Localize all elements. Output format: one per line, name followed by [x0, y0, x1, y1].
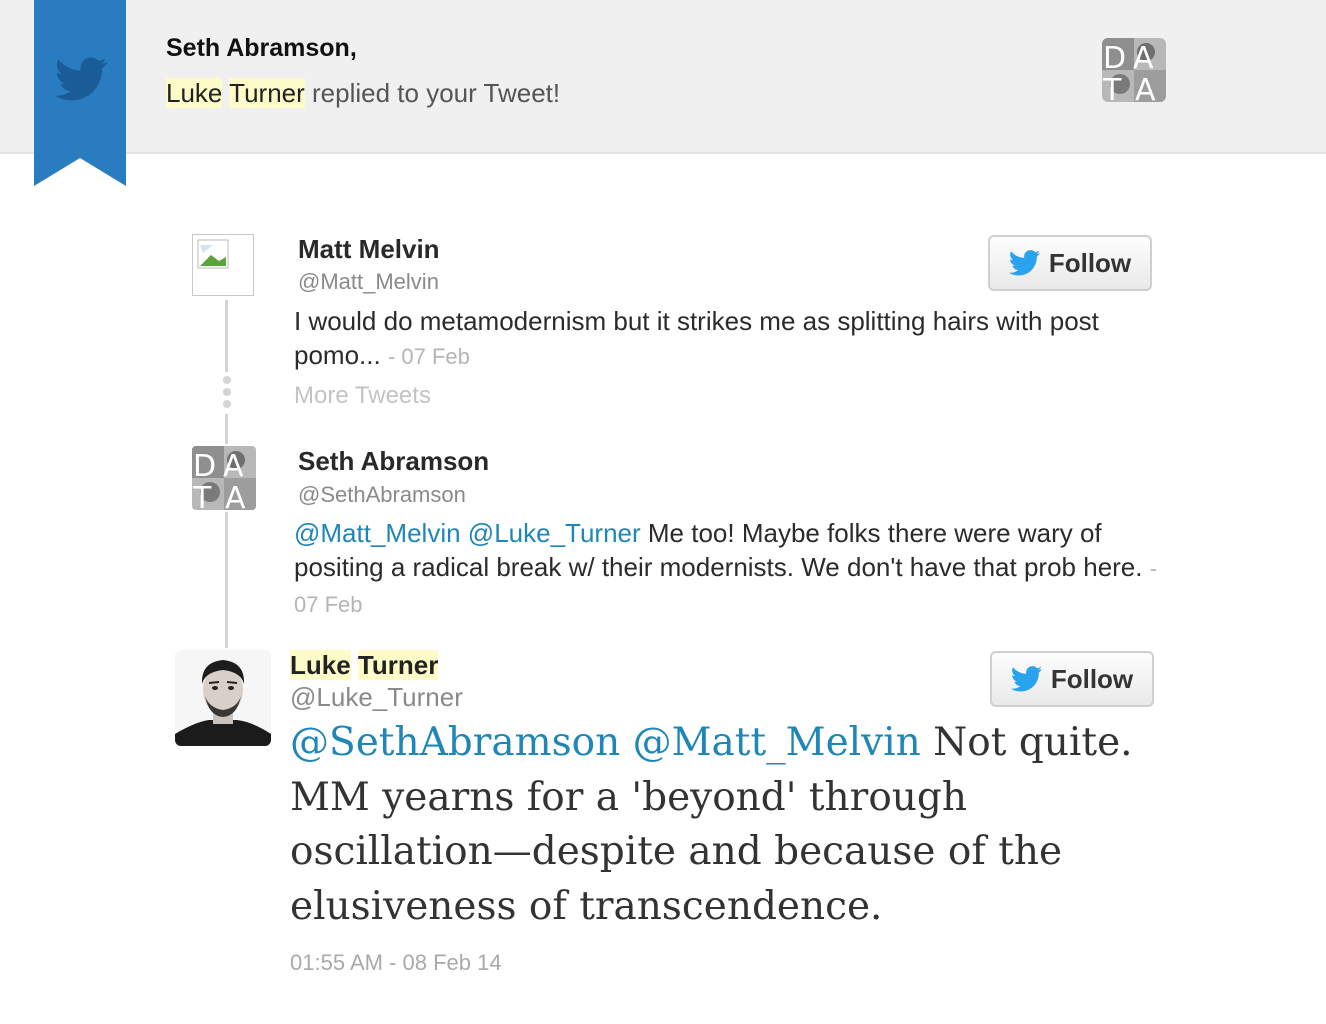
tweet-author-handle[interactable]: @Matt_Melvin — [298, 269, 439, 295]
follow-label: Follow — [1048, 247, 1132, 278]
follow-label: Follow — [1050, 663, 1134, 694]
header-avatar[interactable]: D A T A — [1102, 38, 1166, 102]
svg-text:A: A — [225, 481, 246, 510]
mention-link[interactable]: @Matt_Melvin — [633, 720, 921, 765]
greeting-name: Seth Abramson, — [166, 34, 357, 62]
tweet-date[interactable]: - 07 Feb — [388, 344, 470, 369]
thread-line-bottom — [225, 512, 228, 648]
luke-turner-avatar[interactable] — [175, 650, 271, 746]
person-photo-icon — [175, 650, 271, 746]
reply-author-name[interactable]: Luke Turner — [290, 650, 439, 681]
replier-first-name: Luke — [166, 78, 223, 108]
follow-matt-button[interactable]: Follow — [988, 235, 1152, 291]
tweet-author-handle[interactable]: @SethAbramson — [298, 482, 466, 508]
data-logo-icon: D A T A — [192, 446, 256, 510]
thread-dots — [222, 376, 232, 412]
replier-last-name: Turner — [229, 78, 305, 108]
reply-message: replied to your Tweet! — [312, 78, 561, 108]
thread-line-top — [225, 300, 228, 372]
mention-link[interactable]: @Matt_Melvin — [294, 518, 461, 548]
broken-image-icon — [197, 239, 229, 269]
reply-last-name: Turner — [357, 650, 439, 680]
svg-text:A: A — [1135, 73, 1156, 102]
more-tweets-link[interactable]: More Tweets — [294, 382, 431, 410]
thread-line-mid — [225, 414, 228, 444]
matt-melvin-avatar[interactable] — [192, 234, 254, 296]
notification-header: Seth Abramson, Luke Turner replied to yo… — [0, 0, 1326, 186]
mention-link[interactable]: @SethAbramson — [290, 720, 620, 765]
tweet-author-name[interactable]: Seth Abramson — [298, 446, 489, 477]
twitter-bird-icon — [1008, 250, 1040, 276]
tweet-text: I would do metamodernism but it strikes … — [294, 304, 1154, 374]
svg-text:T: T — [1102, 73, 1122, 102]
reply-author-handle[interactable]: @Luke_Turner — [290, 682, 463, 713]
svg-text:D: D — [1103, 41, 1126, 76]
reply-tweet-text: @SethAbramson @Matt_Melvin Not quite. MM… — [290, 716, 1170, 934]
tweet-text: @Matt_Melvin @Luke_Turner Me too! Maybe … — [294, 516, 1164, 622]
svg-text:A: A — [223, 449, 244, 484]
data-logo-icon: D A T A — [1102, 38, 1166, 102]
mention-link[interactable]: @Luke_Turner — [468, 518, 641, 548]
greeting-line: Luke Turner replied to your Tweet! — [166, 78, 560, 109]
tweet-author-name[interactable]: Matt Melvin — [298, 234, 440, 265]
svg-text:D: D — [193, 449, 216, 484]
svg-text:A: A — [1133, 41, 1154, 76]
reply-first-name: Luke — [290, 650, 351, 680]
reply-timestamp[interactable]: 01:55 AM - 08 Feb 14 — [290, 950, 502, 976]
svg-text:T: T — [192, 481, 212, 510]
twitter-ribbon-icon — [34, 0, 126, 186]
twitter-bird-icon — [1010, 666, 1042, 692]
seth-abramson-avatar[interactable]: D A T A — [192, 446, 256, 510]
follow-luke-button[interactable]: Follow — [990, 651, 1154, 707]
